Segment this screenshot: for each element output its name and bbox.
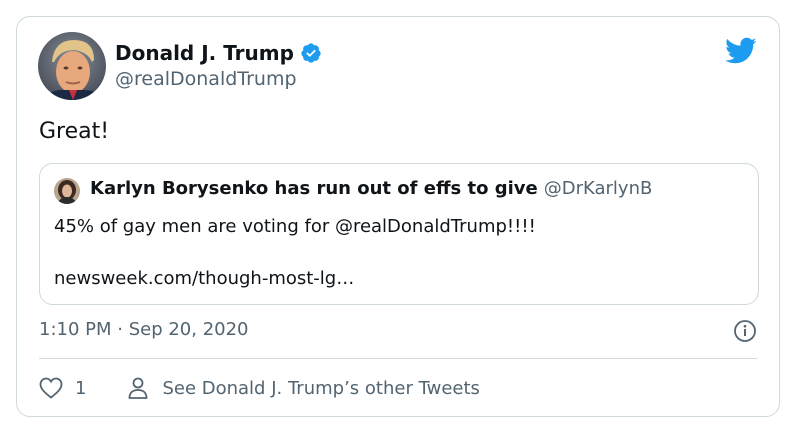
author-avatar[interactable] (38, 32, 106, 100)
tweet-text: Great! (39, 119, 110, 144)
quoted-tweet-link[interactable]: newsweek.com/though-most-lg… (54, 268, 354, 289)
tweet-actions: 1 See Donald J. Trump’s other Tweets (39, 373, 480, 403)
author-name[interactable]: Donald J. Trump (115, 41, 322, 65)
verified-badge-icon (301, 43, 321, 63)
like-button[interactable]: 1 (39, 377, 86, 399)
person-icon (129, 377, 148, 399)
heart-icon (39, 377, 63, 399)
see-other-tweets-link[interactable]: See Donald J. Trump’s other Tweets (128, 377, 480, 399)
like-count: 1 (75, 377, 87, 399)
info-icon[interactable] (733, 319, 757, 343)
quoted-tweet-text: 45% of gay men are voting for @realDonal… (54, 216, 536, 237)
author-name-text[interactable]: Donald J. Trump (115, 41, 294, 65)
quoted-author-name[interactable]: Karlyn Borysenko has run out of effs to … (90, 178, 538, 199)
author-handle[interactable]: @realDonaldTrump (115, 68, 297, 90)
quoted-tweet[interactable]: Karlyn Borysenko has run out of effs to … (39, 163, 759, 305)
tweet-embed-card: Donald J. Trump @realDonaldTrump Great! … (16, 16, 780, 417)
quoted-header: Karlyn Borysenko has run out of effs to … (90, 178, 652, 199)
tweet-timestamp[interactable]: 1:10 PM · Sep 20, 2020 (39, 319, 249, 340)
quoted-author-avatar[interactable] (54, 178, 80, 204)
see-other-tweets-label[interactable]: See Donald J. Trump’s other Tweets (162, 378, 479, 399)
quoted-author-handle[interactable]: @DrKarlynB (544, 178, 653, 199)
twitter-bird-icon[interactable] (725, 37, 757, 65)
divider (39, 358, 757, 359)
